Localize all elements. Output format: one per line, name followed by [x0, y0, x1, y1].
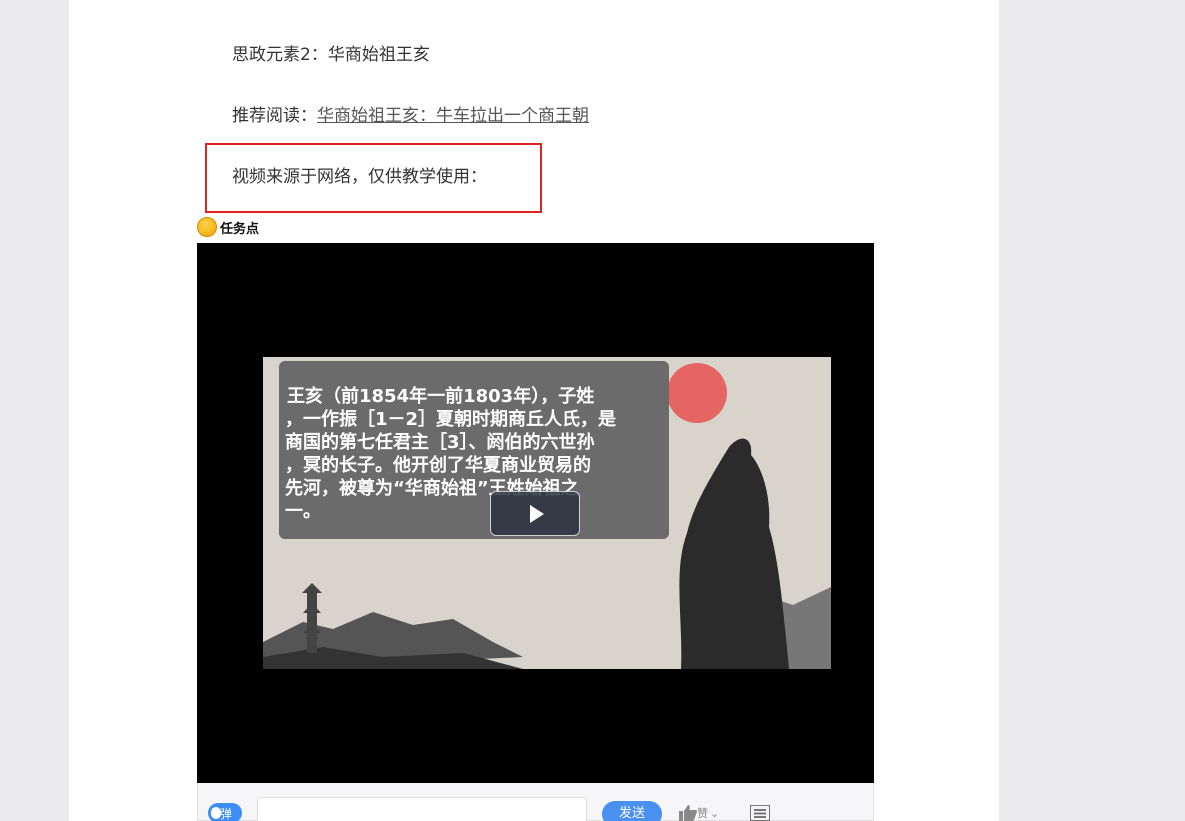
caption-line: 一。: [285, 501, 321, 522]
danmu-toggle[interactable]: 弹: [208, 803, 242, 821]
like-label: 赞: [697, 807, 708, 820]
caption-line: ，一作振［1－2］夏朝时期商丘人氏，是: [285, 408, 616, 430]
caption-line: ，冥的长子。他开创了华夏商业贸易的: [285, 454, 591, 476]
recommended-reading-prefix: 推荐阅读：: [232, 106, 317, 126]
task-point-label: 任务点: [220, 221, 260, 237]
chevron-down-icon: ⌄: [710, 806, 720, 820]
video-source-note: 视频来源于网络，仅供教学使用：: [232, 167, 487, 187]
video-player[interactable]: 王亥（前1854年一前1803年），子姓 ，一作振［1－2］夏朝时期商丘人氏，是…: [197, 243, 874, 783]
content-page: 思政元素2：华商始祖王亥 推荐阅读：华商始祖王亥：牛车拉出一个商王朝 视频来源于…: [69, 0, 999, 821]
coin-icon: [197, 217, 217, 237]
danmu-toggle-knob: [211, 807, 221, 819]
danmu-bar: 弹 发送 赞 ⌄: [197, 783, 874, 821]
danmu-toggle-label: 弹: [220, 807, 233, 821]
section-heading: 思政元素2：华商始祖王亥: [232, 45, 430, 65]
recommended-reading-link[interactable]: 华商始祖王亥：牛车拉出一个商王朝: [317, 106, 589, 126]
like-button[interactable]: 赞 ⌄: [679, 805, 719, 821]
list-icon[interactable]: [750, 805, 770, 821]
play-button[interactable]: [490, 491, 580, 536]
play-icon: [530, 504, 544, 523]
send-button[interactable]: 发送: [602, 801, 662, 821]
danmu-input[interactable]: [257, 797, 587, 821]
task-point-badge: 任务点: [197, 217, 259, 237]
thumbs-up-icon: [679, 805, 697, 821]
recommended-reading: 推荐阅读：华商始祖王亥：牛车拉出一个商王朝: [232, 101, 589, 126]
caption-line: 商国的第七任君主［3］、阏伯的六世孙: [285, 431, 595, 453]
caption-line: 王亥（前1854年一前1803年），子姓: [287, 385, 594, 407]
